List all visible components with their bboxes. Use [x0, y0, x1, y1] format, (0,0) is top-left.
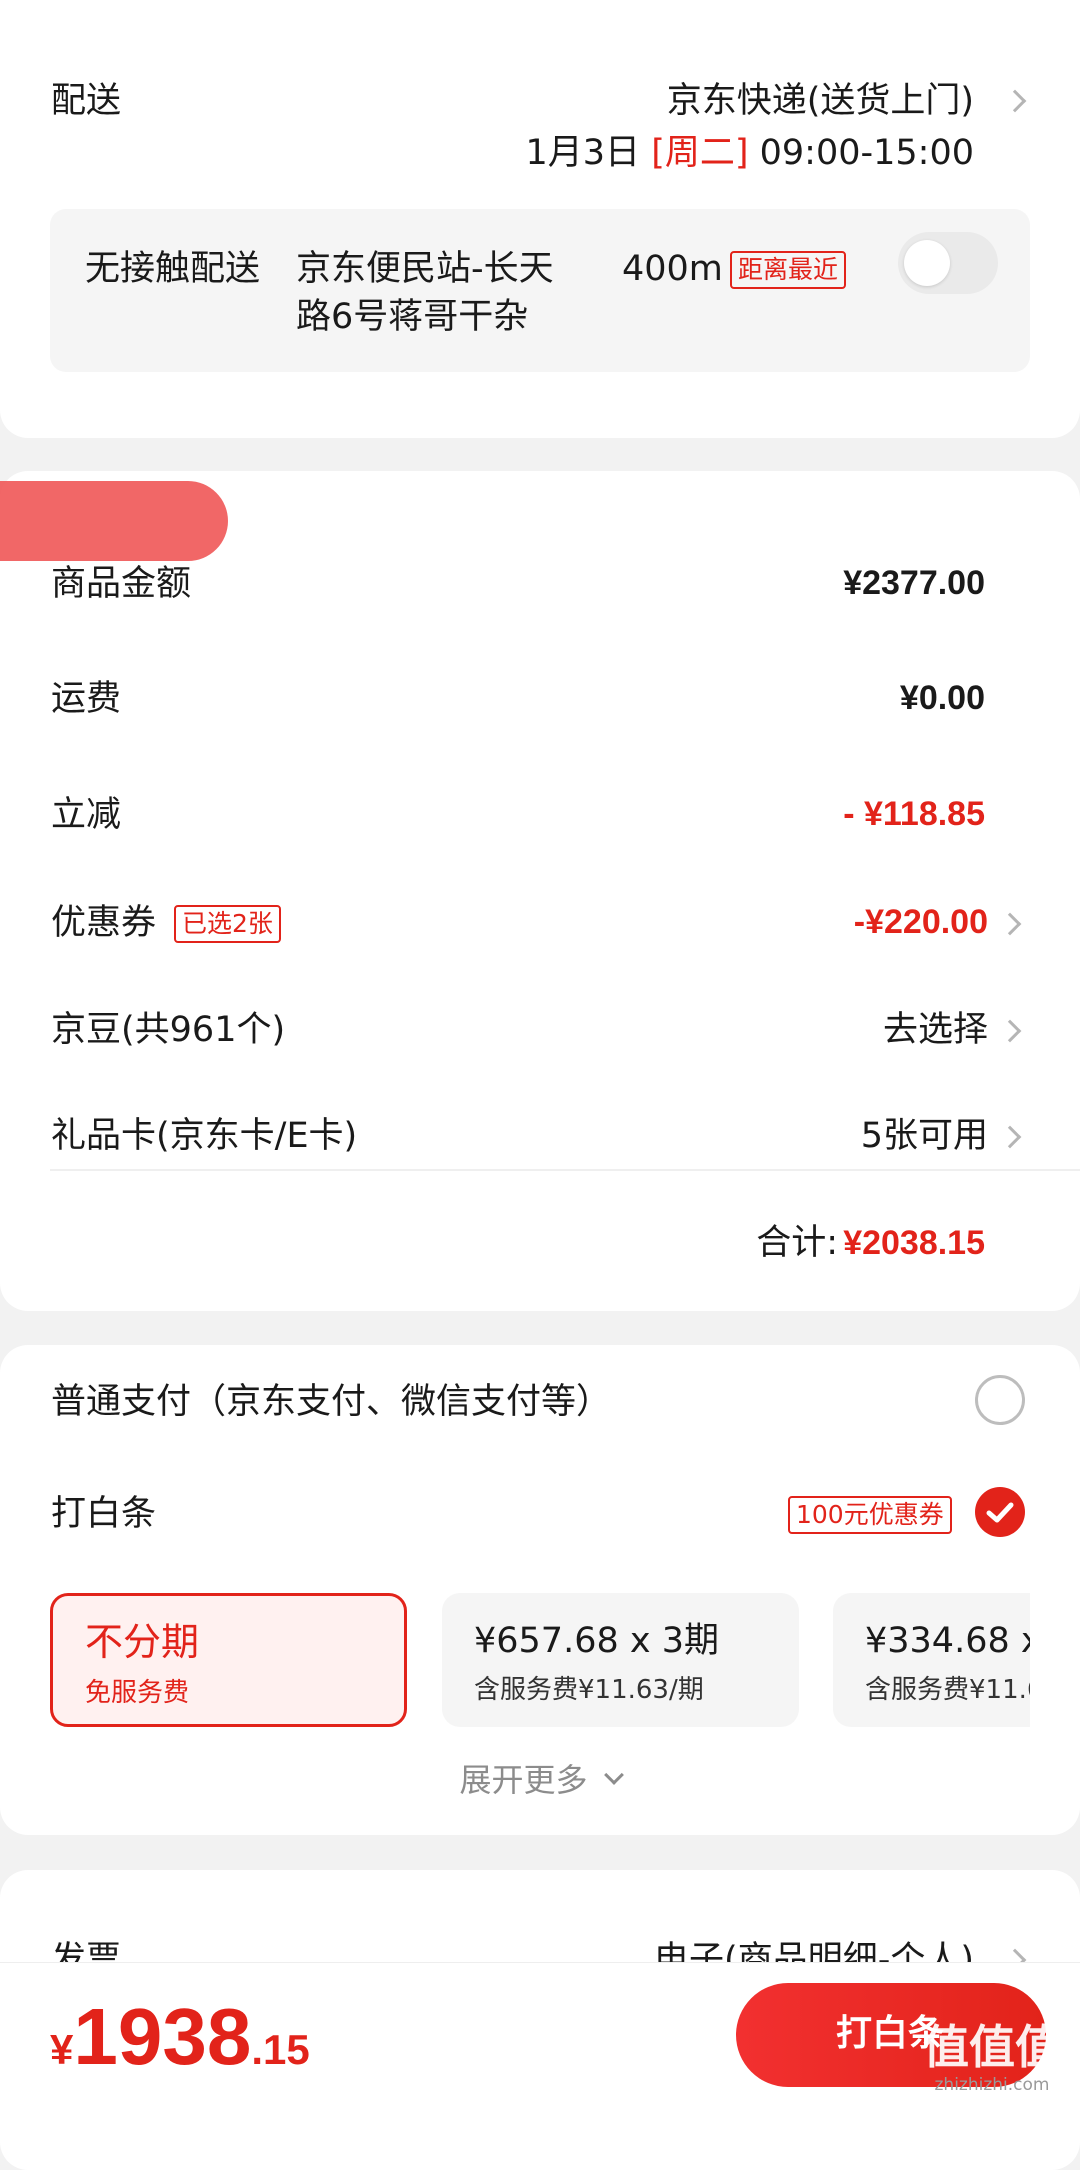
- delivery-card: 配送 京东快递(送货上门) 1月3日 [周二] 09:00-15:00 无接触配…: [0, 0, 1080, 438]
- price-summary-card: 商品金额 ¥2377.00 运费 ¥0.00 立减 - ¥118.85 优惠券 …: [0, 471, 1080, 1311]
- summary-divider: [50, 1169, 1080, 1171]
- station-line-2: 路6号蒋哥干杂: [296, 297, 529, 337]
- goods-amount-label: 商品金额: [51, 564, 192, 604]
- contactless-box: 无接触配送 京东便民站-长天 路6号蒋哥干杂 400m 距离最近: [50, 209, 1030, 372]
- chevron-right-icon: [998, 1125, 1022, 1149]
- delivery-date: 1月3日: [525, 133, 641, 173]
- nearest-tag: 距离最近: [730, 251, 847, 289]
- gift-card-value: 5张可用: [860, 1116, 988, 1156]
- plan-subtitle: 含服务费¥11.6: [865, 1675, 1030, 1705]
- coupon-label: 优惠券: [51, 903, 157, 943]
- delivery-time-window: 09:00-15:00: [759, 133, 974, 173]
- chevron-right-icon: [998, 1019, 1022, 1043]
- floating-side-tab[interactable]: [0, 481, 228, 561]
- shipping-value: ¥0.00: [899, 679, 985, 717]
- footer-price: ¥1938.15: [50, 1995, 310, 2079]
- delivery-label: 配送: [51, 81, 122, 121]
- plan-title: ¥334.68 x: [865, 1621, 1030, 1661]
- plan-title: ¥657.68 x 3期: [474, 1621, 719, 1661]
- gift-card-label: 礼品卡(京东卡/E卡): [51, 1116, 358, 1156]
- plan-strip-clip: ¥334.68 x 含服务费¥11.6: [833, 1593, 1030, 1727]
- total-row: 合计: ¥2038.15: [756, 1221, 985, 1265]
- check-icon: [986, 1502, 1014, 1523]
- footer-currency: ¥: [50, 2026, 74, 2073]
- delivery-time[interactable]: 1月3日 [周二] 09:00-15:00: [526, 131, 975, 175]
- jd-beans-action: 去选择: [882, 1010, 988, 1050]
- total-value: ¥2038.15: [843, 1224, 985, 1262]
- footer-price-dec: .15: [251, 2026, 310, 2073]
- baitiao-label: 打白条: [51, 1494, 157, 1534]
- coupon-value: -¥220.00: [853, 903, 988, 941]
- plan-option-3-installments[interactable]: ¥657.68 x 3期 含服务费¥11.63/期: [442, 1593, 799, 1727]
- discount-label: 立减: [51, 795, 122, 835]
- chevron-down-icon: [603, 1765, 624, 1785]
- plan-option-6-installments[interactable]: ¥334.68 x 含服务费¥11.6: [833, 1593, 1030, 1727]
- chevron-right-icon: [998, 912, 1022, 936]
- footer-price-int: 1938: [73, 1992, 252, 2081]
- goods-amount-value: ¥2377.00: [843, 564, 985, 602]
- coupon-selected-tag: 已选2张: [174, 905, 281, 943]
- delivery-weekday: [周二]: [651, 133, 749, 173]
- jd-beans-label: 京豆(共961个): [51, 1010, 286, 1050]
- contactless-label: 无接触配送: [85, 249, 261, 289]
- plan-subtitle: 含服务费¥11.63/期: [474, 1675, 704, 1705]
- watermark-brand: 值值值: [923, 2020, 1061, 2074]
- plan-title: 不分期: [85, 1620, 200, 1664]
- shipping-label: 运费: [51, 679, 122, 719]
- contactless-toggle[interactable]: [898, 232, 998, 294]
- normal-payment-label: 普通支付（京东支付、微信支付等）: [51, 1382, 612, 1422]
- baitiao-coupon-tag: 100元优惠券: [788, 1496, 952, 1534]
- plan-subtitle: 免服务费: [85, 1678, 190, 1708]
- delivery-method: 京东快递(送货上门): [666, 81, 974, 121]
- expand-more-label: 展开更多: [459, 1761, 588, 1799]
- total-label: 合计:: [756, 1223, 839, 1263]
- baitiao-radio-checked[interactable]: [975, 1487, 1025, 1537]
- station-line-1: 京东便民站-长天: [296, 249, 554, 289]
- normal-payment-radio[interactable]: [975, 1375, 1025, 1425]
- toggle-knob: [904, 240, 950, 286]
- watermark-url: zhizhizhi.com: [934, 2075, 1050, 2095]
- plan-option-no-installment[interactable]: 不分期 免服务费: [50, 1593, 407, 1727]
- expand-more-button[interactable]: 展开更多: [0, 1760, 1080, 1800]
- watermark: 值值值 zhizhizhi.com: [912, 2020, 1072, 2096]
- chevron-right-icon: [1003, 89, 1027, 113]
- discount-value: - ¥118.85: [843, 795, 985, 833]
- station-distance: 400m: [622, 249, 723, 289]
